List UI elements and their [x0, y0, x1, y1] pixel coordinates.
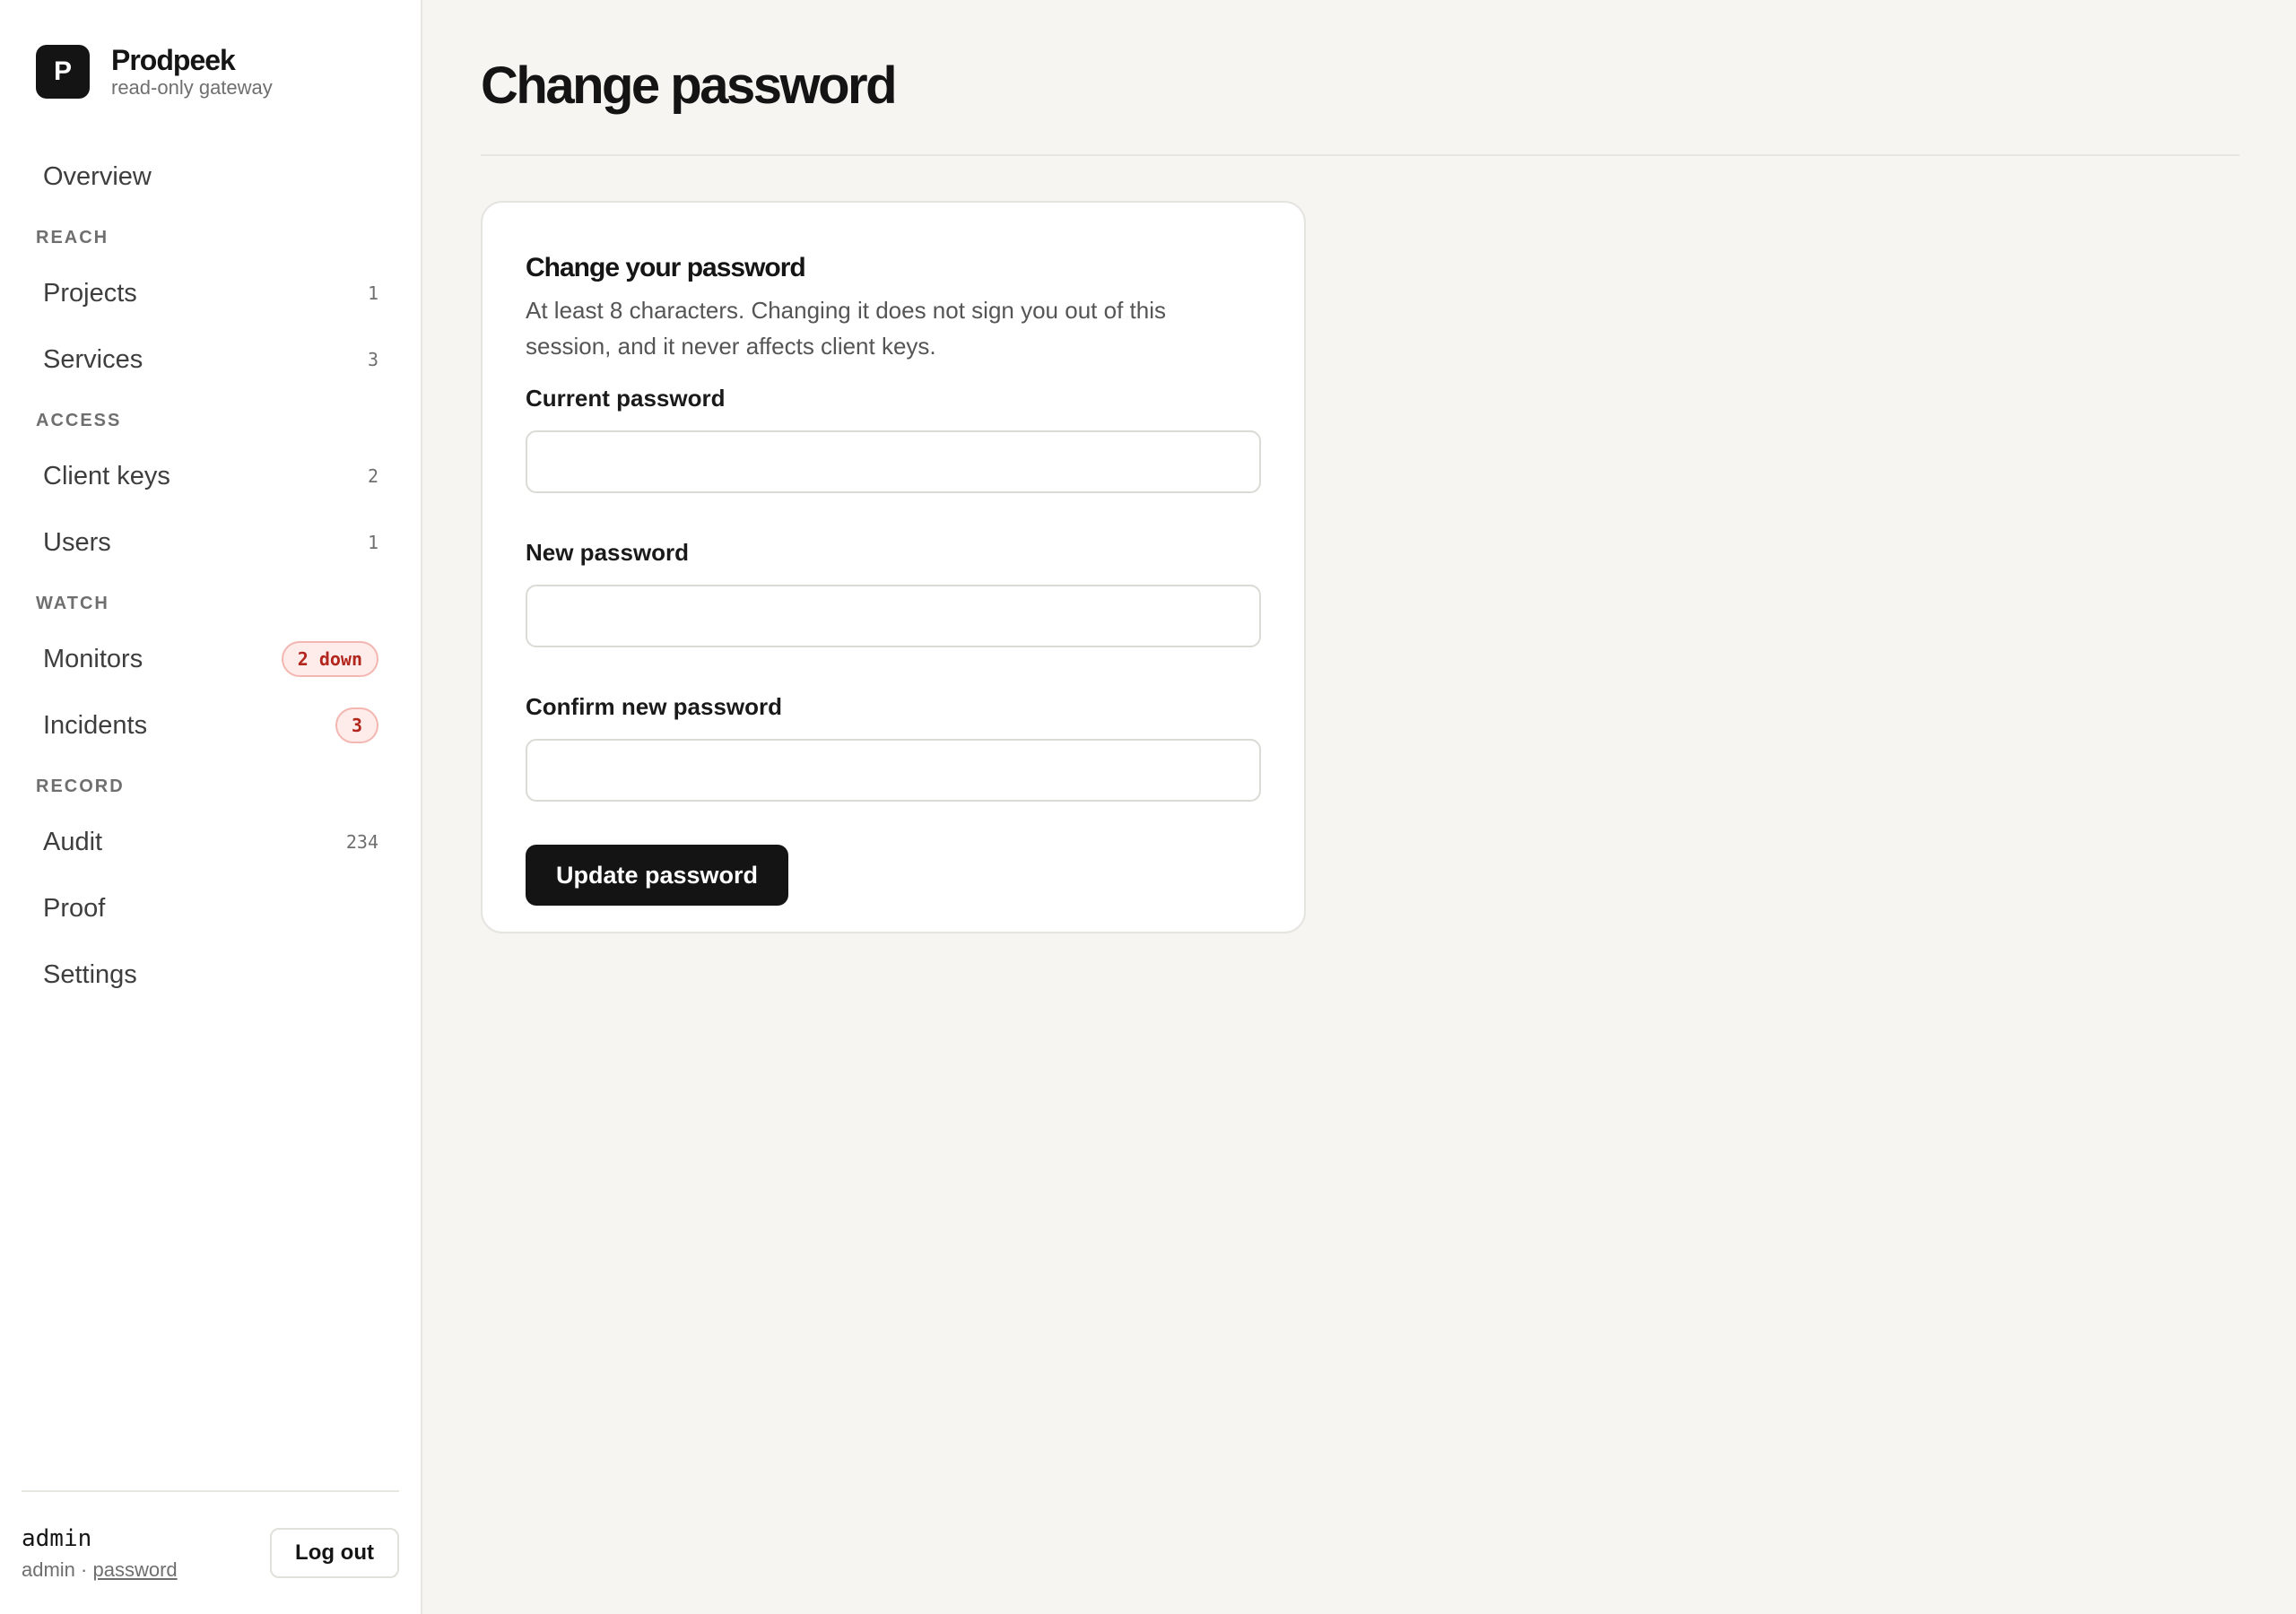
sidebar-item-label: Client keys	[43, 461, 170, 490]
sidebar-nav: Overview REACH Projects 1 Services 3 ACC…	[22, 143, 398, 1008]
nav-section-access: ACCESS	[36, 410, 122, 430]
sidebar-footer: admin admin · password Log out	[22, 1490, 399, 1582]
sidebar-item-incidents[interactable]: Incidents 3	[22, 692, 398, 759]
sidebar-item-label: Monitors	[43, 644, 144, 673]
sidebar-item-count: 1	[367, 532, 378, 553]
user-name: admin	[22, 1525, 92, 1552]
nav-section-record: RECORD	[36, 776, 125, 796]
confirm-password-label: Confirm new password	[526, 693, 783, 720]
app: P Prodpeek read-only gateway Overview RE…	[0, 0, 2296, 1614]
sidebar-item-label: Incidents	[43, 710, 148, 740]
sidebar-item-users[interactable]: Users 1	[22, 509, 398, 576]
password-link[interactable]: password	[92, 1558, 177, 1581]
sidebar-item-overview[interactable]: Overview	[22, 143, 398, 210]
status-badge-monitors-down: 2 down	[281, 641, 378, 677]
sidebar-item-label: Services	[43, 344, 144, 374]
sidebar: P Prodpeek read-only gateway Overview RE…	[0, 0, 422, 1614]
sidebar-item-count: 3	[367, 349, 378, 370]
sidebar-item-label: Users	[43, 527, 111, 557]
update-password-button[interactable]: Update password	[526, 845, 789, 906]
brand-name: Prodpeek	[111, 44, 236, 76]
user-meta: admin · password	[22, 1558, 178, 1582]
brand[interactable]: P Prodpeek read-only gateway	[36, 44, 273, 100]
brand-text: Prodpeek read-only gateway	[111, 44, 273, 100]
current-password-input[interactable]	[526, 430, 1261, 493]
main-content: Change password Change your password At …	[422, 0, 2296, 1614]
new-password-label: New password	[526, 539, 690, 566]
nav-section-reach: REACH	[36, 227, 109, 247]
brand-logo-icon: P	[36, 45, 90, 99]
sidebar-item-label: Projects	[43, 278, 137, 308]
confirm-password-input[interactable]	[526, 739, 1261, 802]
change-password-card: Change your password At least 8 characte…	[481, 201, 1306, 933]
sidebar-item-monitors[interactable]: Monitors 2 down	[22, 626, 398, 692]
page-title: Change password	[481, 56, 898, 115]
sidebar-item-label: Overview	[43, 161, 152, 191]
sidebar-item-client-keys[interactable]: Client keys 2	[22, 443, 398, 509]
sidebar-item-count: 1	[367, 282, 378, 304]
sidebar-item-audit[interactable]: Audit 234	[22, 809, 398, 875]
current-password-label: Current password	[526, 385, 726, 412]
sidebar-item-count: 234	[345, 831, 378, 853]
meta-separator: ·	[74, 1558, 93, 1581]
brand-subtitle: read-only gateway	[111, 76, 273, 99]
card-description: At least 8 characters. Changing it does …	[526, 297, 1166, 360]
sidebar-item-count: 2	[367, 465, 378, 487]
nav-section-watch: WATCH	[36, 593, 109, 613]
new-password-input[interactable]	[526, 585, 1261, 647]
user-info: admin admin · password	[22, 1524, 178, 1582]
sidebar-item-label: Audit	[43, 827, 103, 856]
sidebar-item-projects[interactable]: Projects 1	[22, 260, 398, 326]
user-role: admin	[22, 1558, 75, 1581]
sidebar-item-services[interactable]: Services 3	[22, 326, 398, 393]
header-divider	[481, 154, 2239, 156]
sidebar-item-settings[interactable]: Settings	[22, 941, 398, 1008]
sidebar-item-label: Proof	[43, 893, 106, 923]
sidebar-item-label: Settings	[43, 959, 137, 989]
card-title: Change your password	[526, 253, 806, 282]
logout-button[interactable]: Log out	[270, 1528, 399, 1578]
status-badge-incidents: 3	[335, 707, 378, 743]
sidebar-item-proof[interactable]: Proof	[22, 875, 398, 941]
